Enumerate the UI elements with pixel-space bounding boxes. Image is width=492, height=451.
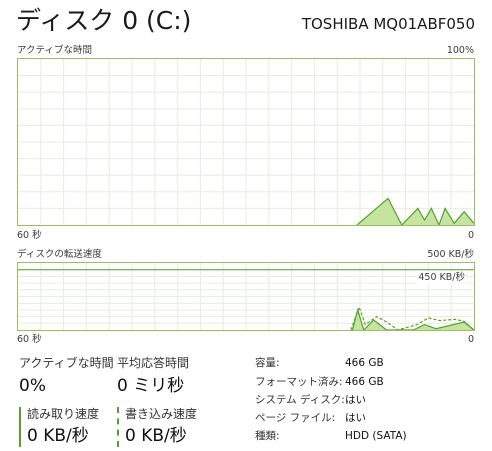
active-time-chart[interactable]	[17, 58, 475, 226]
avg-response-stat-value: 0 ミリ秒	[117, 376, 185, 396]
system-disk-key: システム ディスク:	[255, 394, 345, 406]
read-speed-stat-label: 読み取り速度	[27, 407, 100, 421]
chart-grid	[18, 59, 474, 225]
transfer-x-right-label: 0	[467, 334, 474, 345]
active-time-x-right-label: 0	[467, 230, 474, 241]
page-file-key: ページ ファイル:	[255, 412, 336, 424]
read-speed-stat-value: 0 KB/秒	[27, 426, 89, 446]
capacity-key: 容量:	[255, 357, 280, 369]
disk-model: TOSHIBA MQ01ABF050	[301, 15, 475, 33]
active-time-chart-label: アクティブな時間	[17, 45, 92, 56]
transfer-chart[interactable]: 450 KB/秒	[17, 262, 475, 331]
transfer-chart-max-label: 500 KB/秒	[427, 249, 474, 260]
transfer-chart-svg	[18, 263, 474, 330]
formatted-key: フォーマット済み:	[255, 376, 343, 388]
active-time-chart-max-label: 100%	[446, 45, 474, 56]
active-time-chart-svg	[18, 59, 474, 225]
read-speed-legend-bar	[19, 407, 21, 447]
active-time-stat-label: アクティブな時間	[19, 356, 114, 370]
write-speed-legend-bar	[117, 407, 119, 447]
transfer-chart-label: ディスクの転送速度	[17, 249, 102, 260]
write-speed-stat-value: 0 KB/秒	[125, 426, 187, 446]
type-value: HDD (SATA)	[345, 430, 407, 442]
system-disk-value: はい	[345, 394, 366, 406]
capacity-value: 466 GB	[345, 357, 384, 369]
type-key: 種類:	[255, 430, 280, 442]
chart-grid	[18, 263, 474, 330]
transfer-x-left-label: 60 秒	[17, 334, 42, 345]
page-file-value: はい	[345, 412, 366, 424]
formatted-value: 466 GB	[345, 376, 384, 388]
active-time-x-left-label: 60 秒	[17, 230, 42, 241]
page-title: ディスク 0 (C:)	[16, 6, 192, 35]
transfer-ref-label: 450 KB/秒	[417, 272, 466, 284]
write-speed-stat-label: 書き込み速度	[125, 407, 198, 421]
avg-response-stat-label: 平均応答時間	[117, 356, 190, 370]
active-time-stat-value: 0%	[19, 376, 46, 396]
